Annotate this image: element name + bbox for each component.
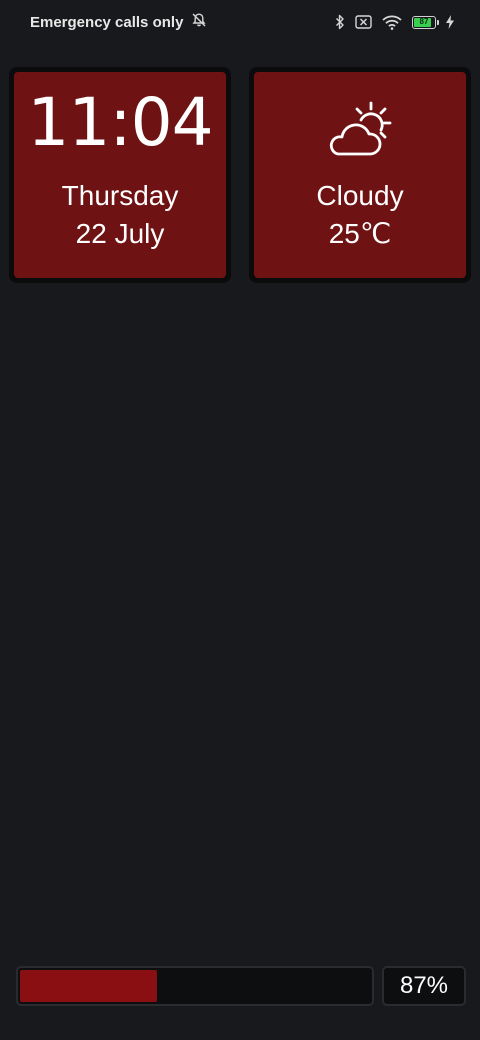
status-left: Emergency calls only — [30, 12, 207, 32]
clock-day: Thursday — [61, 180, 179, 211]
battery-percent: 87 — [419, 17, 429, 26]
weather-temperature: 25℃ — [328, 218, 392, 249]
battery-progress-fill — [20, 970, 157, 1002]
wifi-icon — [382, 15, 402, 30]
clock-time: 11:04 — [27, 84, 213, 161]
status-bar: Emergency calls only 87 — [0, 0, 480, 44]
weather-widget[interactable]: Cloudy 25℃ — [249, 67, 471, 283]
carrier-text: Emergency calls only — [30, 13, 184, 31]
bell-off-icon — [191, 12, 207, 32]
clock-widget-panel: 11:04 Thursday 22 July — [14, 72, 226, 278]
battery-percent-box: 87% — [382, 966, 466, 1006]
bluetooth-icon — [335, 14, 345, 30]
battery-progress-bar — [16, 966, 374, 1006]
charging-icon — [446, 15, 454, 29]
battery-icon: 87 — [412, 15, 439, 29]
clock-widget[interactable]: 11:04 Thursday 22 July — [9, 67, 231, 283]
sim-off-icon — [355, 15, 372, 29]
clock-date: 22 July — [75, 218, 165, 249]
weather-condition: Cloudy — [316, 180, 404, 211]
status-right: 87 — [335, 14, 454, 30]
partly-cloudy-icon — [329, 101, 392, 156]
battery-percent-label: 87% — [399, 972, 449, 999]
weather-widget-panel: Cloudy 25℃ — [254, 72, 466, 278]
